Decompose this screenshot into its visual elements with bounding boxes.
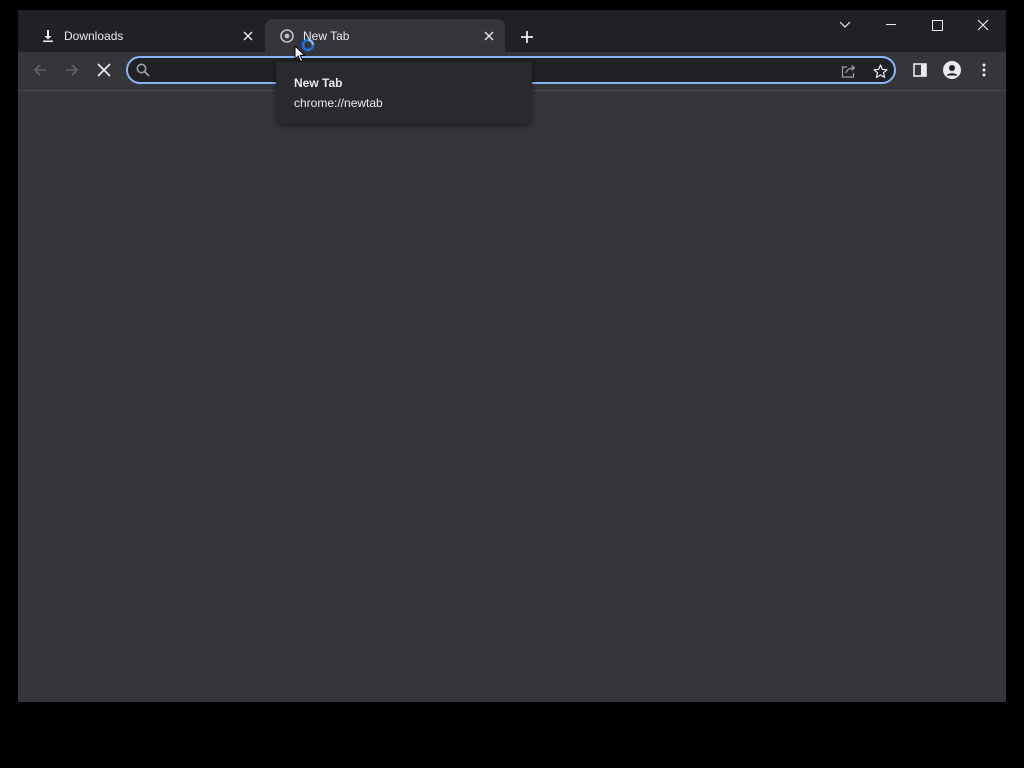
minimize-button[interactable] [868, 10, 914, 40]
forward-button[interactable] [57, 55, 87, 85]
browser-window: Downloads New Tab New Tab chrome://newta… [18, 10, 1006, 702]
plus-icon [520, 30, 534, 44]
forward-arrow-icon [64, 62, 80, 78]
star-icon[interactable] [869, 60, 891, 82]
side-panel-button[interactable] [905, 55, 935, 85]
tab-title: Downloads [64, 28, 124, 43]
menu-button[interactable] [969, 55, 999, 85]
tab-search-button[interactable] [822, 10, 868, 40]
page-content[interactable] [18, 90, 1006, 702]
search-icon [136, 63, 152, 79]
tab-downloads[interactable]: Downloads [28, 19, 264, 52]
back-button[interactable] [25, 55, 55, 85]
stop-icon [97, 63, 111, 77]
maximize-button[interactable] [914, 10, 960, 40]
share-icon[interactable] [838, 60, 860, 82]
new-tab-button[interactable] [514, 25, 540, 49]
tab-close-button[interactable] [479, 26, 499, 46]
profile-button[interactable] [937, 55, 967, 85]
hover-card-url: chrome://newtab [294, 96, 383, 110]
chrome-icon [279, 28, 295, 44]
tab-close-button[interactable] [238, 26, 258, 46]
hover-card-title: New Tab [294, 76, 343, 90]
close-window-button[interactable] [960, 10, 1006, 40]
download-icon [40, 28, 56, 44]
close-icon [977, 19, 989, 31]
tab-title: New Tab [303, 28, 350, 43]
minimize-icon [886, 24, 896, 26]
back-arrow-icon [32, 62, 48, 78]
maximize-icon [931, 19, 943, 31]
profile-icon [943, 61, 961, 79]
chevron-down-icon [839, 21, 851, 29]
tab-strip: Downloads New Tab [18, 10, 1006, 52]
tab-hover-card: New Tab chrome://newtab [276, 62, 532, 124]
side-panel-icon [913, 63, 927, 77]
kebab-menu-icon [982, 63, 986, 77]
loading-spinner-icon [301, 38, 315, 52]
stop-button[interactable] [89, 55, 119, 85]
